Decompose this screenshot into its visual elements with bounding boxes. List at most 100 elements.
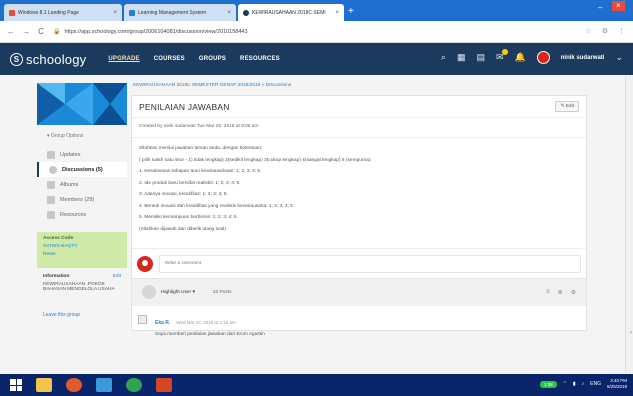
- address-bar: ← → C 🔒 https://app.schoology.com/group/…: [0, 21, 633, 43]
- edit-button[interactable]: ✎ Edit: [555, 101, 579, 112]
- apps-grid-icon[interactable]: ▦: [457, 52, 466, 63]
- body-line: 5. Memiliki kemampuan berbisnis: 1; 2; 3…: [139, 215, 238, 220]
- highlight-user-select[interactable]: Highlight User ▾: [161, 290, 195, 295]
- username[interactable]: ninik sudarwati: [561, 55, 605, 61]
- created-by-text: Created by ninik sudarwati Tue Mar 26, 2…: [132, 118, 586, 138]
- powerpoint-icon[interactable]: [156, 378, 172, 392]
- windows-taskbar: 1:38 ⌃ ▮ ♪ ENG 3:40 PM 6/25/2019: [0, 374, 633, 396]
- settings-icon[interactable]: ⚙: [571, 289, 576, 296]
- tray-status-pill[interactable]: 1:38: [539, 380, 557, 388]
- sidebar-item-discussions[interactable]: Discussions (5): [37, 162, 127, 177]
- lock-icon: 🔒: [53, 29, 61, 35]
- nav-groups[interactable]: GROUPS: [199, 56, 226, 62]
- nav-upgrade[interactable]: UPGRADE: [108, 56, 139, 62]
- sidebar-item-updates[interactable]: Updates: [37, 147, 127, 162]
- discussion-icon: [49, 165, 57, 174]
- url-field[interactable]: 🔒 https://app.schoology.com/group/200610…: [53, 28, 248, 36]
- edit-label: Edit: [565, 104, 574, 109]
- calendar-icon[interactable]: ▤: [476, 52, 485, 63]
- information-box: Information Edit KEWIRAUSAHAAN .POKOK BAH…: [37, 268, 127, 298]
- logo-icon: S: [10, 52, 23, 66]
- star-icon[interactable]: ☆: [585, 27, 591, 35]
- sidebar-item-label: Resources: [60, 211, 87, 218]
- file-explorer-icon[interactable]: [36, 378, 52, 392]
- comment-input[interactable]: [159, 254, 581, 273]
- thread-view-icon[interactable]: ≣: [558, 289, 563, 296]
- nav-resources[interactable]: RESOURCES: [240, 56, 280, 62]
- body-line: 3. Adanya inovasi, kreatifitas: 1; 2; 3;…: [139, 192, 228, 197]
- body-line: Silahkan menilai jawaban teman anda, den…: [139, 146, 263, 151]
- app-icon[interactable]: [96, 378, 112, 392]
- tab-label: KEWIRAUSAHAAN 2018C SEMI: [252, 9, 326, 16]
- browser-tab-3[interactable]: KEWIRAUSAHAAN 2018C SEMI ×: [238, 4, 344, 21]
- reset-link[interactable]: Reset: [43, 252, 121, 257]
- firefox-icon[interactable]: [66, 378, 82, 392]
- sidebar-item-albums[interactable]: Albums: [37, 177, 127, 192]
- post-time: Wed Mar 27, 2019 at 1:15 am: [176, 320, 236, 325]
- body-line: 4. Bentuk inovasi dan kreatifitas yang r…: [139, 203, 295, 209]
- access-code-title: Access Code: [43, 236, 74, 241]
- group-sidebar: ▾ Group Options Updates Discussions (5) …: [37, 83, 127, 318]
- post-author[interactable]: Eka R.: [155, 320, 170, 326]
- comment-box: [132, 248, 586, 278]
- chevron-down-icon[interactable]: ⌄: [615, 52, 623, 63]
- schoology-logo[interactable]: S schoology: [10, 52, 86, 67]
- browser-tab-1[interactable]: Windows 8.1 Landing Page ×: [4, 4, 122, 21]
- tab-label: Learning Management System: [138, 9, 207, 16]
- body-line: 1. Kesuksesan tahapan teori kewirausahaa…: [139, 169, 262, 174]
- access-code-value: X4TWX-BAQTV: [43, 244, 78, 249]
- discussion-card: PENILAIAN JAWABAN ✎ Edit Created by nini…: [131, 95, 587, 337]
- breadcrumb[interactable]: KEWIRAUSAHAAN 2018C SEMESTER GENAP 2018/…: [133, 83, 588, 88]
- sidebar-item-members[interactable]: Members (28): [37, 192, 127, 207]
- reload-icon[interactable]: C: [37, 27, 45, 36]
- messages-icon[interactable]: ✉: [496, 49, 508, 63]
- posts-count: 23 Posts: [212, 289, 232, 295]
- search-icon[interactable]: ⌕: [441, 52, 446, 63]
- sidebar-item-label: Updates: [60, 151, 81, 158]
- discussion-main: KEWIRAUSAHAAN 2018C SEMESTER GENAP 2018/…: [131, 80, 588, 337]
- bell-icon[interactable]: 🔔: [515, 52, 526, 63]
- new-tab-icon[interactable]: +: [348, 7, 354, 17]
- tab-label: Windows 8.1 Landing Page: [18, 9, 79, 16]
- sidebar-item-label: Members (28): [60, 196, 95, 203]
- posts-filter-bar: Highlight User ▾ 23 Posts ≡ ≣ ⚙: [132, 278, 586, 305]
- page-scrollbar[interactable]: [625, 75, 633, 373]
- commenter-avatar: [137, 255, 153, 272]
- leave-group-link[interactable]: Leave this group: [37, 312, 127, 318]
- extension-icon[interactable]: ⚙: [602, 27, 608, 35]
- sidebar-item-resources[interactable]: Resources: [37, 207, 127, 222]
- nav-courses[interactable]: COURSES: [154, 56, 185, 62]
- url-text: https://app.schoology.com/group/20061040…: [64, 28, 248, 35]
- volume-icon[interactable]: ♪: [582, 381, 585, 387]
- clock[interactable]: 3:40 PM 6/25/2019: [607, 378, 627, 390]
- network-icon[interactable]: ▮: [573, 381, 576, 387]
- page-title: PENILAIAN JAWABAN: [139, 101, 230, 112]
- updates-icon: [47, 150, 55, 159]
- information-edit-link[interactable]: Edit: [113, 274, 121, 279]
- close-tab-icon[interactable]: ×: [331, 10, 339, 16]
- close-window-icon[interactable]: ×: [612, 1, 625, 11]
- clock-date: 6/25/2019: [606, 384, 627, 389]
- forward-icon[interactable]: →: [22, 27, 30, 36]
- user-avatar[interactable]: [536, 51, 550, 64]
- language-indicator[interactable]: ENG: [590, 381, 601, 387]
- notification-badge: [501, 49, 508, 55]
- close-tab-icon[interactable]: ×: [109, 10, 117, 16]
- chrome-icon[interactable]: [126, 378, 142, 392]
- group-cover-image: [37, 83, 127, 125]
- group-options-label: Group Options: [50, 133, 84, 139]
- minimize-icon[interactable]: –: [598, 3, 602, 12]
- album-icon: [47, 180, 55, 189]
- close-tab-icon[interactable]: ×: [223, 10, 231, 16]
- back-icon[interactable]: ←: [7, 27, 15, 36]
- sidebar-item-label: Albums: [60, 181, 79, 188]
- filter-user-avatar: [142, 285, 156, 299]
- scroll-right-icon[interactable]: ›: [630, 330, 632, 336]
- tray-arrow-icon[interactable]: ⌃: [563, 381, 567, 387]
- body-line: ( pilih salah satu skor - 1) tidak lengk…: [139, 157, 372, 163]
- browser-tab-2[interactable]: Learning Management System ×: [124, 4, 236, 21]
- group-options-link[interactable]: ▾ Group Options: [47, 133, 127, 139]
- windows-start-icon[interactable]: [10, 379, 22, 391]
- list-view-icon[interactable]: ≡: [546, 289, 550, 296]
- menu-icon[interactable]: ⋮: [618, 27, 625, 35]
